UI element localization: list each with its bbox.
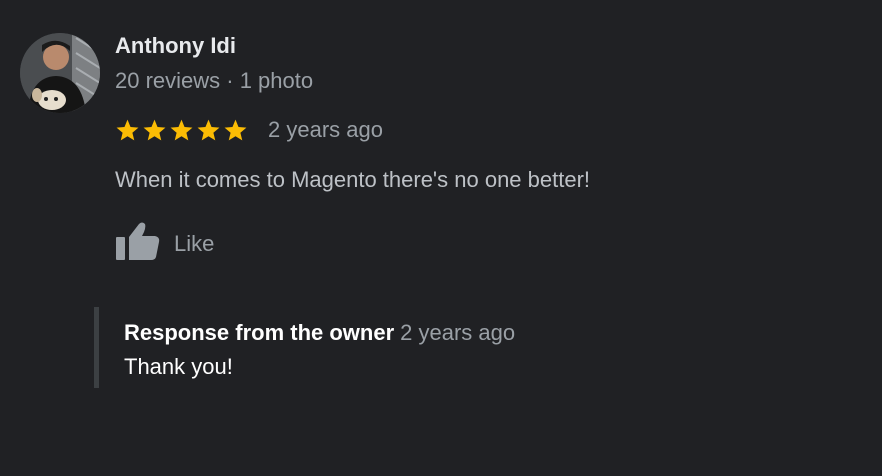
star-icon	[169, 118, 194, 143]
reviewer-name[interactable]: Anthony Idi	[115, 33, 236, 59]
star-icon	[142, 118, 167, 143]
star-rating	[115, 118, 248, 143]
owner-response-heading: Response from the owner 2 years ago	[124, 320, 515, 346]
like-label: Like	[174, 230, 215, 256]
review-text: When it comes to Magento there's no one …	[115, 167, 591, 192]
star-icon	[196, 118, 221, 143]
avatar-photo-icon	[20, 33, 100, 113]
owner-response: Response from the owner 2 years ago Thank…	[94, 307, 515, 388]
owner-response-date: 2 years ago	[400, 320, 516, 345]
star-icon	[223, 118, 248, 143]
reviewer-meta: 20 reviews · 1 photo	[115, 68, 314, 93]
review-date: 2 years ago	[268, 117, 383, 142]
review-card: Anthony Idi 20 reviews · 1 photo 2 years…	[0, 0, 882, 476]
like-button[interactable]: Like	[115, 221, 214, 266]
owner-response-title: Response from the owner	[124, 320, 395, 345]
star-icon	[115, 118, 140, 143]
thumbs-up-icon	[115, 221, 160, 266]
reviewer-avatar[interactable]	[20, 33, 100, 113]
owner-response-text: Thank you!	[124, 354, 233, 379]
